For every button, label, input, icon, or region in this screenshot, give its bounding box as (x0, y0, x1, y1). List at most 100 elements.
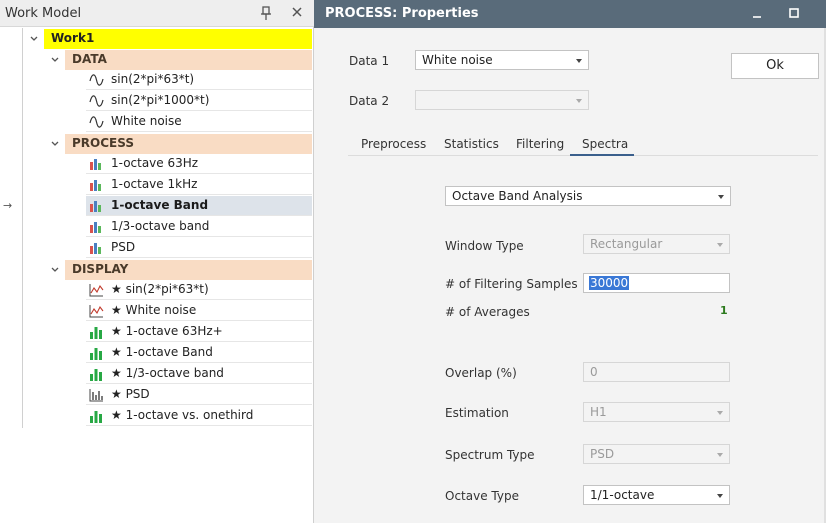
estimation-select[interactable]: H1 (583, 402, 730, 422)
tree-root-work1[interactable]: Work1 (44, 29, 312, 49)
tree-item-label: sin(2*pi*63*t) (111, 72, 195, 86)
work-model-header: Work Model (0, 0, 314, 27)
chevron-down-icon[interactable] (50, 265, 60, 275)
estimation-value: H1 (590, 405, 607, 419)
chevron-down-icon (717, 411, 723, 415)
tree-item-label: White noise (111, 114, 182, 128)
tree-item-display-4[interactable]: ★ 1/3-octave band (86, 364, 312, 384)
filtering-samples-label: # of Filtering Samples (445, 277, 578, 291)
tab-filtering[interactable]: Filtering (516, 137, 564, 151)
green-bar-chart-icon (90, 348, 102, 360)
octave-type-value: 1/1-octave (590, 488, 655, 502)
data1-label: Data 1 (349, 54, 390, 68)
psd-chart-icon (89, 389, 103, 402)
tree-item-process-4[interactable]: PSD (86, 238, 312, 258)
tree-item-data-0[interactable]: sin(2*pi*63*t) (86, 70, 312, 90)
tree-item-label: ★ 1/3-octave band (111, 366, 224, 380)
window-type-select[interactable]: Rectangular (583, 234, 730, 254)
overlap-input[interactable]: 0 (583, 362, 730, 382)
tree-item-label: 1-octave 1kHz (111, 177, 198, 191)
line-chart-icon (89, 284, 104, 297)
chevron-down-icon[interactable] (50, 139, 60, 149)
tree-item-label: 1-octave 63Hz (111, 156, 199, 170)
tree-item-data-1[interactable]: sin(2*pi*1000*t) (86, 91, 312, 111)
averages-label: # of Averages (445, 305, 530, 319)
tree-item-label: 1/3-octave band (111, 219, 210, 233)
tree-item-process-2-selected[interactable]: 1-octave Band (86, 196, 312, 216)
group-label-process: PROCESS (72, 136, 134, 150)
estimation-label: Estimation (445, 406, 509, 420)
close-icon[interactable] (290, 5, 304, 19)
tree-item-label: ★ 1-octave 63Hz+ (111, 324, 223, 338)
window-type-label: Window Type (445, 239, 524, 253)
bar-chart-icon (90, 201, 101, 212)
pin-icon[interactable] (260, 5, 272, 21)
data2-label: Data 2 (349, 94, 390, 108)
group-label-display: DISPLAY (72, 262, 129, 276)
octave-type-select[interactable]: 1/1-octave (583, 485, 730, 505)
green-bar-chart-icon (90, 411, 102, 423)
work-model-panel: Work Model → Work1 DATA sin(2*pi*63*t) s… (0, 0, 314, 523)
data2-select[interactable] (415, 90, 589, 110)
tree-guide-line (22, 28, 23, 428)
group-label-data: DATA (72, 52, 107, 66)
chevron-down-icon[interactable] (29, 34, 39, 44)
analysis-type-value: Octave Band Analysis (452, 189, 583, 203)
line-chart-icon (89, 305, 104, 318)
tree-item-label: ★ 1-octave Band (111, 345, 213, 359)
chevron-down-icon (718, 195, 724, 199)
data1-select[interactable]: White noise (415, 50, 589, 70)
tree-item-label: sin(2*pi*1000*t) (111, 93, 210, 107)
tree-item-process-0[interactable]: 1-octave 63Hz (86, 154, 312, 174)
tab-spectra[interactable]: Spectra (582, 137, 628, 151)
tree-item-data-2[interactable]: White noise (86, 112, 312, 132)
chevron-down-icon (576, 99, 582, 103)
bar-chart-icon (90, 159, 101, 170)
bar-chart-icon (90, 243, 101, 254)
active-tab-indicator (570, 154, 634, 156)
green-bar-chart-icon (90, 327, 102, 339)
tree-group-display[interactable]: DISPLAY (65, 260, 312, 280)
chevron-down-icon (717, 243, 723, 247)
chevron-down-icon (717, 494, 723, 498)
data1-value: White noise (422, 53, 493, 67)
ok-button[interactable]: Ok (731, 53, 819, 79)
analysis-type-select[interactable]: Octave Band Analysis (445, 186, 731, 206)
sine-wave-icon (89, 95, 104, 107)
spectrum-type-value: PSD (590, 447, 615, 461)
filtering-samples-input[interactable]: 30000 (583, 273, 730, 293)
window-type-value: Rectangular (590, 237, 663, 251)
dialog-titlebar: PROCESS: Properties (314, 0, 826, 28)
tree-item-display-0[interactable]: ★ sin(2*pi*63*t) (86, 280, 312, 300)
tree-root-label: Work1 (51, 31, 95, 45)
overlap-value: 0 (590, 365, 598, 379)
tab-statistics[interactable]: Statistics (444, 137, 499, 151)
minimize-icon[interactable] (747, 4, 767, 24)
tree-item-process-3[interactable]: 1/3-octave band (86, 217, 312, 237)
current-item-arrow-icon: → (3, 199, 13, 212)
tree-item-display-5[interactable]: ★ PSD (86, 385, 312, 405)
tree-item-display-3[interactable]: ★ 1-octave Band (86, 343, 312, 363)
chevron-down-icon (717, 453, 723, 457)
tree-item-label: ★ PSD (111, 387, 150, 401)
tree-item-display-6[interactable]: ★ 1-octave vs. onethird (86, 406, 312, 426)
spectrum-type-select[interactable]: PSD (583, 444, 730, 464)
tree-item-display-2[interactable]: ★ 1-octave 63Hz+ (86, 322, 312, 342)
tree-item-display-1[interactable]: ★ White noise (86, 301, 312, 321)
tree-group-data[interactable]: DATA (65, 50, 312, 70)
tree-item-label: ★ sin(2*pi*63*t) (111, 282, 209, 296)
maximize-icon[interactable] (784, 4, 804, 24)
tab-preprocess[interactable]: Preprocess (361, 137, 426, 151)
sine-wave-icon (89, 74, 104, 86)
filtering-samples-value: 30000 (589, 276, 630, 290)
tree-item-label: ★ 1-octave vs. onethird (111, 408, 254, 422)
chevron-down-icon[interactable] (50, 55, 60, 65)
green-bar-chart-icon (90, 369, 102, 381)
octave-type-label: Octave Type (445, 489, 519, 503)
tree-item-label: ★ White noise (111, 303, 197, 317)
overlap-label: Overlap (%) (445, 366, 517, 380)
tree-item-process-1[interactable]: 1-octave 1kHz (86, 175, 312, 195)
tree-item-label: 1-octave Band (111, 198, 209, 212)
tree-group-process[interactable]: PROCESS (65, 134, 312, 154)
bar-chart-icon (90, 222, 101, 233)
